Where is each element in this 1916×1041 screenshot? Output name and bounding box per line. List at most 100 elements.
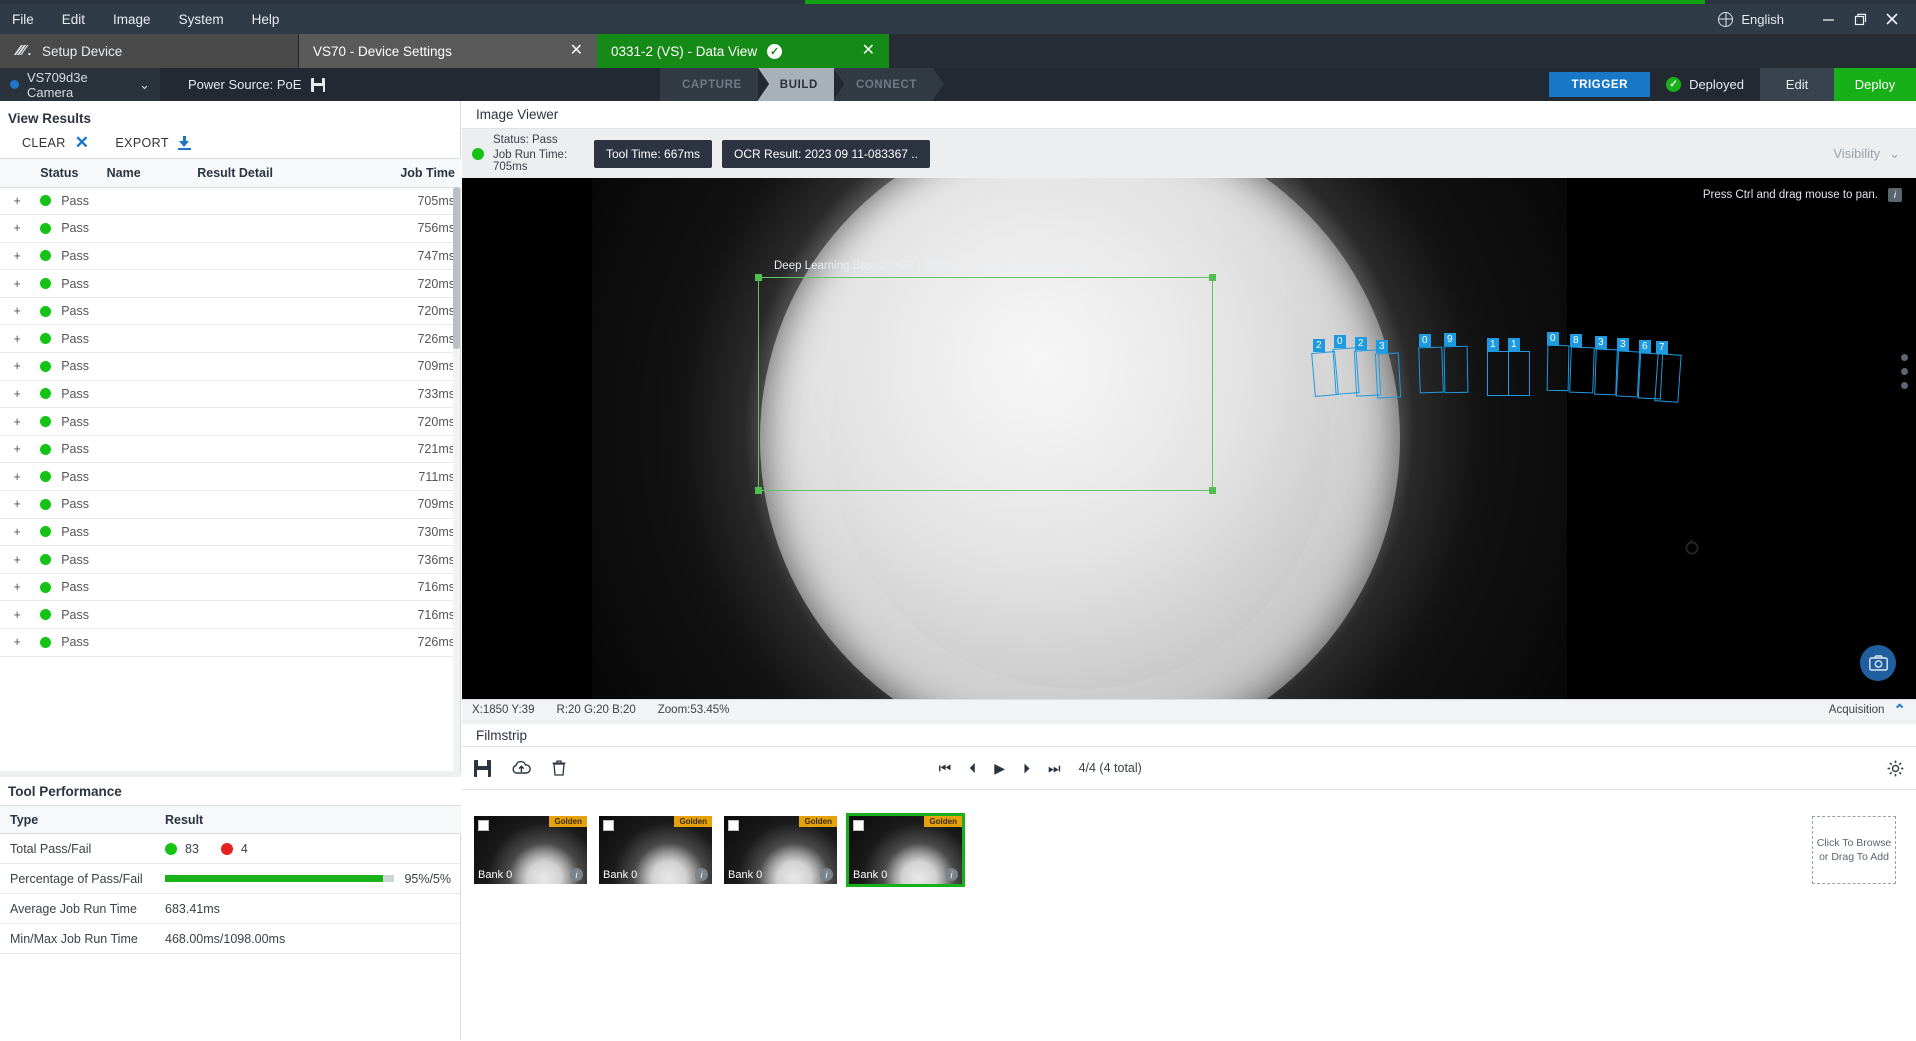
row-expand-button[interactable]: + bbox=[0, 269, 35, 298]
visibility-dropdown[interactable]: Visibility ⌄ bbox=[1833, 146, 1900, 162]
row-expand-button[interactable]: + bbox=[0, 628, 35, 657]
info-icon[interactable]: i bbox=[820, 868, 833, 881]
tab-vs70-device-settings[interactable]: VS70 - Device Settings ✕ bbox=[299, 34, 597, 68]
row-expand-button[interactable]: + bbox=[0, 324, 35, 354]
col-name[interactable]: Name bbox=[100, 159, 192, 188]
camera-snapshot-button[interactable] bbox=[1860, 645, 1896, 681]
row-expand-button[interactable]: + bbox=[0, 187, 35, 216]
view-results-title: View Results bbox=[8, 111, 92, 126]
results-table-container[interactable]: Status Name Result Detail Job Time + Pass… bbox=[0, 158, 461, 771]
previous-frame-button[interactable]: ⏴ bbox=[969, 760, 976, 777]
filmstrip-upload-button[interactable] bbox=[511, 760, 532, 775]
tab-vs70-close-icon[interactable]: ✕ bbox=[570, 43, 583, 59]
table-row[interactable]: + Pass 716ms bbox=[0, 600, 461, 629]
row-expand-button[interactable]: + bbox=[0, 352, 35, 381]
table-row[interactable]: + Pass 720ms bbox=[0, 297, 461, 326]
status-text: Pass bbox=[61, 607, 90, 622]
row-job-time: 756ms bbox=[382, 214, 461, 243]
table-row[interactable]: + Pass 730ms bbox=[0, 518, 461, 547]
thumbnail-item[interactable]: Golden Bank 0 i bbox=[724, 816, 837, 884]
export-results-button[interactable]: EXPORT bbox=[115, 135, 191, 150]
ocr-char-box bbox=[1487, 351, 1509, 396]
row-expand-button[interactable]: + bbox=[0, 297, 35, 326]
minimize-button[interactable] bbox=[1812, 5, 1844, 33]
thumbnail-checkbox[interactable] bbox=[603, 820, 614, 831]
restore-button[interactable] bbox=[1844, 5, 1876, 33]
thumbnail-item[interactable]: Golden Bank 0 i bbox=[599, 816, 712, 884]
close-window-button[interactable] bbox=[1876, 5, 1908, 33]
next-frame-button[interactable]: ⏵ bbox=[1023, 760, 1030, 777]
status-dot-icon bbox=[40, 554, 52, 566]
tab-data-view[interactable]: 0331-2 (VS) - Data View ✓ ✕ bbox=[597, 34, 889, 68]
info-icon[interactable]: i bbox=[945, 868, 958, 881]
filmstrip-delete-button[interactable] bbox=[552, 760, 566, 776]
results-scrollbar-thumb[interactable] bbox=[453, 187, 460, 349]
tab-data-view-close-icon[interactable]: ✕ bbox=[862, 43, 875, 59]
table-row[interactable]: + Pass 720ms bbox=[0, 407, 461, 436]
row-expand-button[interactable]: + bbox=[0, 242, 35, 271]
tool-time-chip[interactable]: Tool Time: 667ms bbox=[594, 139, 713, 168]
breadcrumb-connect[interactable]: CONNECT bbox=[833, 68, 945, 101]
thumbnail-checkbox[interactable] bbox=[728, 820, 739, 831]
row-expand-button[interactable]: + bbox=[0, 462, 35, 492]
menu-help[interactable]: Help bbox=[238, 12, 294, 27]
table-row[interactable]: + Pass 756ms bbox=[0, 214, 461, 243]
thumbnail-item[interactable]: Golden Bank 0 i bbox=[474, 816, 587, 884]
row-name bbox=[100, 352, 192, 381]
play-button[interactable]: ▶ bbox=[994, 760, 1005, 777]
thumbnail-checkbox[interactable] bbox=[853, 820, 864, 831]
breadcrumb-build[interactable]: BUILD bbox=[757, 68, 846, 101]
info-icon[interactable]: i bbox=[570, 868, 583, 881]
save-icon[interactable] bbox=[311, 77, 326, 92]
menu-file[interactable]: File bbox=[0, 12, 48, 27]
drop-zone[interactable]: Click To Browse or Drag To Add bbox=[1812, 816, 1896, 884]
acquisition-toggle[interactable]: Acquisition ⌃ bbox=[1829, 703, 1916, 718]
info-icon[interactable]: i bbox=[695, 868, 708, 881]
table-row[interactable]: + Pass 726ms bbox=[0, 324, 461, 354]
thumbnail-item[interactable]: Golden Bank 0 i bbox=[846, 813, 965, 887]
language-selector[interactable]: English bbox=[1718, 11, 1784, 27]
camera-selector-dropdown[interactable]: VS709d3e Camera ⌄ bbox=[0, 68, 160, 101]
row-expand-button[interactable]: + bbox=[0, 545, 35, 574]
row-expand-button[interactable]: + bbox=[0, 214, 35, 243]
row-expand-button[interactable]: + bbox=[0, 435, 35, 464]
table-row[interactable]: + Pass 736ms bbox=[0, 545, 461, 574]
last-frame-button[interactable]: ⏭ bbox=[1048, 760, 1061, 777]
tab-setup-device[interactable]: Setup Device bbox=[0, 34, 298, 68]
table-row[interactable]: + Pass 733ms bbox=[0, 380, 461, 409]
row-expand-button[interactable]: + bbox=[0, 518, 35, 547]
breadcrumb-capture[interactable]: CAPTURE bbox=[660, 68, 769, 101]
ocr-result-chip[interactable]: OCR Result: 2023 09 11-083367 .. bbox=[722, 139, 930, 168]
trigger-button[interactable]: TRIGGER bbox=[1549, 72, 1651, 97]
edit-button[interactable]: Edit bbox=[1760, 68, 1834, 101]
table-row[interactable]: + Pass 709ms bbox=[0, 352, 461, 381]
table-row[interactable]: + Pass 747ms bbox=[0, 242, 461, 271]
col-job-time[interactable]: Job Time bbox=[382, 159, 461, 188]
col-result-detail[interactable]: Result Detail bbox=[191, 159, 383, 188]
table-row[interactable]: + Pass 721ms bbox=[0, 435, 461, 464]
row-expand-button[interactable]: + bbox=[0, 600, 35, 629]
menu-image[interactable]: Image bbox=[99, 12, 165, 27]
table-row[interactable]: + Pass 711ms bbox=[0, 462, 461, 492]
clear-results-button[interactable]: CLEAR ✕ bbox=[22, 134, 89, 151]
first-frame-button[interactable]: ⏮ bbox=[939, 760, 952, 777]
table-row[interactable]: + Pass 709ms bbox=[0, 490, 461, 519]
row-expand-button[interactable]: + bbox=[0, 407, 35, 436]
deploy-button[interactable]: Deploy bbox=[1834, 68, 1916, 101]
menu-system[interactable]: System bbox=[165, 12, 238, 27]
row-expand-button[interactable]: + bbox=[0, 380, 35, 409]
table-row[interactable]: + Pass 705ms bbox=[0, 187, 461, 216]
filmstrip-settings-button[interactable] bbox=[1887, 760, 1904, 777]
viewer-options-dots-icon[interactable] bbox=[1901, 354, 1908, 389]
filmstrip-save-button[interactable] bbox=[474, 759, 491, 777]
col-status[interactable]: Status bbox=[34, 159, 101, 188]
row-expand-button[interactable]: + bbox=[0, 573, 35, 602]
thumbnail-checkbox[interactable] bbox=[478, 820, 489, 831]
image-canvas[interactable]: Press Ctrl and drag mouse to pan. i Deep… bbox=[462, 178, 1916, 699]
menu-edit[interactable]: Edit bbox=[48, 12, 99, 27]
table-row[interactable]: + Pass 720ms bbox=[0, 269, 461, 298]
golden-badge: Golden bbox=[799, 816, 837, 827]
table-row[interactable]: + Pass 726ms bbox=[0, 628, 461, 657]
row-expand-button[interactable]: + bbox=[0, 490, 35, 519]
table-row[interactable]: + Pass 716ms bbox=[0, 573, 461, 602]
